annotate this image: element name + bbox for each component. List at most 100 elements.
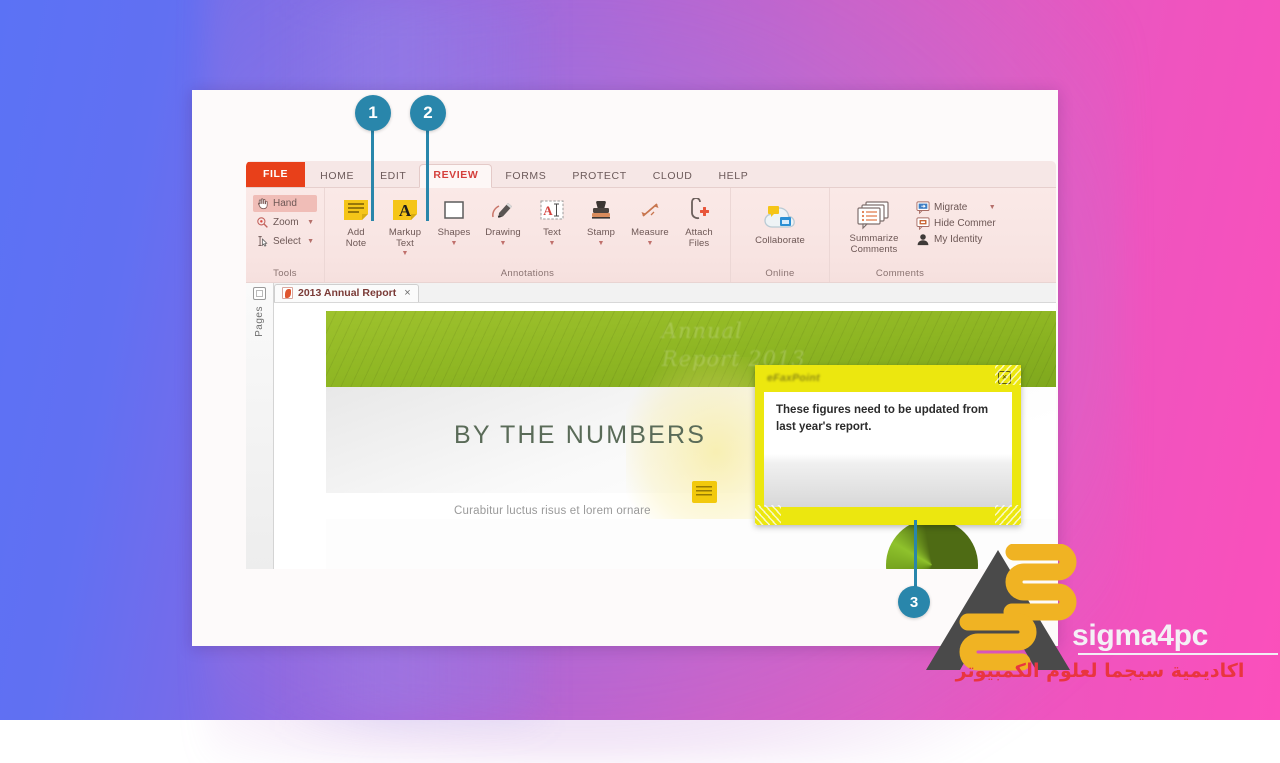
tab-edit[interactable]: EDIT <box>367 166 419 188</box>
tab-help[interactable]: HELP <box>705 166 761 188</box>
svg-text:A: A <box>543 203 553 218</box>
ribbon-group-comments: Summarize Comments <box>829 188 1056 282</box>
pages-rail-label: Pages <box>254 306 265 337</box>
document-page: Annual Report 2013 BY THE NUMBERS Curabi… <box>274 303 1056 569</box>
watermark-arabic-text: اكاديمية سيجما لعلوم الكمبيوتر <box>920 660 1280 682</box>
ribbon-tabbar: FILE HOME EDIT REVIEW FORMS PROTECT CLOU… <box>246 161 1056 188</box>
highlight-a-icon: A <box>388 195 422 225</box>
watermark-brand-text: sigma4pc <box>1072 619 1208 653</box>
markup-text-button[interactable]: A Markup Text ▼ <box>381 193 429 257</box>
collaborate-button[interactable]: Collaborate <box>738 199 822 247</box>
ribbon-body: Hand Zoom ▼ <box>246 188 1056 283</box>
page-thumbnails-icon[interactable] <box>253 287 266 300</box>
drawing-button[interactable]: Drawing ▼ <box>479 193 527 247</box>
text-button[interactable]: A Text ▼ <box>528 193 576 247</box>
chevron-down-icon[interactable]: ▼ <box>647 240 654 247</box>
text-label: Text <box>543 228 561 239</box>
ribbon-group-tools-label: Tools <box>253 268 317 282</box>
comments-small-buttons: Migrate ▼ <box>912 197 998 246</box>
document-workspace: Pages Annual Report 2013 BY THE NUMBERS … <box>246 303 1056 569</box>
my-identity-label: My Identity <box>934 235 982 245</box>
summarize-comments-label: Summarize Comments <box>850 234 899 255</box>
text-box-icon: A <box>535 195 569 225</box>
ribbon-group-online-label: Online <box>738 268 822 282</box>
pencil-icon <box>486 195 520 225</box>
tab-review[interactable]: REVIEW <box>419 164 492 189</box>
ribbon-group-annotations-label: Annotations <box>332 268 723 282</box>
chevron-down-icon[interactable]: ▼ <box>307 219 314 226</box>
migrate-label: Migrate <box>934 203 967 213</box>
chevron-down-icon[interactable]: ▼ <box>549 240 556 247</box>
markup-text-label: Markup Text <box>389 228 421 249</box>
drawing-label: Drawing <box>485 228 521 239</box>
document-tab[interactable]: 2013 Annual Report × <box>274 284 419 302</box>
callout-badge-1: 1 <box>355 95 391 131</box>
sticky-note-author: eFaxPoint <box>767 372 820 384</box>
tab-protect[interactable]: PROTECT <box>559 166 639 188</box>
add-note-label: Add Note <box>346 228 366 249</box>
sticky-note-icon <box>339 195 373 225</box>
sigma4pc-watermark: sigma4pc اكاديمية سيجما لعلوم الكمبيوتر <box>896 540 1280 720</box>
ribbon-group-online: Collaborate Online <box>730 188 829 282</box>
svg-text:A: A <box>399 201 412 220</box>
sticky-note-corner-decor <box>995 505 1021 525</box>
chevron-down-icon[interactable]: ▼ <box>500 240 507 247</box>
stamp-icon <box>584 195 618 225</box>
shapes-label: Shapes <box>438 228 471 239</box>
watermark-rule <box>1078 653 1278 655</box>
tab-cloud[interactable]: CLOUD <box>640 166 706 188</box>
sticky-note-corner-decor <box>755 505 781 525</box>
text-select-icon <box>256 235 269 248</box>
collaborate-label: Collaborate <box>755 236 805 247</box>
summarize-comments-icon <box>854 199 894 231</box>
attach-files-button[interactable]: Attach Files <box>675 193 723 249</box>
tab-forms[interactable]: FORMS <box>492 166 559 188</box>
chevron-down-icon[interactable]: ▼ <box>598 240 605 247</box>
pdf-application-window: FILE HOME EDIT REVIEW FORMS PROTECT CLOU… <box>246 161 1056 569</box>
tab-home[interactable]: HOME <box>307 166 367 188</box>
inline-note-marker-icon[interactable] <box>692 481 717 503</box>
square-shape-icon <box>437 195 471 225</box>
pages-rail[interactable]: Pages <box>246 283 274 569</box>
stamp-button[interactable]: Stamp ▼ <box>577 193 625 247</box>
attach-file-icon <box>682 195 716 225</box>
tool-hand-button[interactable]: Hand <box>253 195 317 212</box>
migrate-comments-icon <box>916 201 930 214</box>
user-identity-icon <box>916 233 930 246</box>
callout-badge-2: 2 <box>410 95 446 131</box>
chevron-down-icon[interactable]: ▼ <box>451 240 458 247</box>
sticky-note-text[interactable]: These figures need to be updated from la… <box>764 392 1012 507</box>
hide-comments-label: Hide Commer <box>934 219 996 229</box>
tool-zoom-label: Zoom <box>273 218 299 228</box>
tab-file[interactable]: FILE <box>246 162 305 188</box>
document-tab-title: 2013 Annual Report <box>298 287 396 299</box>
measure-label: Measure <box>631 228 669 239</box>
callout-badge-2-number: 2 <box>423 103 432 123</box>
chevron-down-icon[interactable]: ▼ <box>307 238 314 245</box>
sticky-note-popup[interactable]: eFaxPoint × These figures need to be upd… <box>755 365 1021 525</box>
cloud-collaborate-icon <box>758 201 802 233</box>
pdf-file-icon <box>282 287 293 299</box>
chevron-down-icon[interactable]: ▼ <box>402 250 409 257</box>
sticky-note-corner-decor <box>995 365 1021 385</box>
tool-select-label: Select <box>273 237 301 247</box>
stamp-label: Stamp <box>587 228 615 239</box>
shapes-button[interactable]: Shapes ▼ <box>430 193 478 247</box>
ribbon-group-annotations: Add Note A Markup Text ▼ <box>324 188 730 282</box>
my-identity-button[interactable]: My Identity <box>916 233 996 246</box>
tool-zoom-button[interactable]: Zoom ▼ <box>253 214 317 231</box>
chevron-down-icon[interactable]: ▼ <box>989 204 996 211</box>
attach-files-label: Attach Files <box>685 228 713 249</box>
callout-badge-1-number: 1 <box>368 103 377 123</box>
sticky-note-header: eFaxPoint × <box>755 365 1021 392</box>
summarize-comments-button[interactable]: Summarize Comments <box>837 197 911 255</box>
hide-comments-button[interactable]: Hide Commer <box>916 217 996 230</box>
close-icon[interactable]: × <box>404 287 410 299</box>
document-tabstrip: 2013 Annual Report × <box>246 283 1056 303</box>
measure-button[interactable]: Measure ▼ <box>626 193 674 247</box>
hide-comments-icon <box>916 217 930 230</box>
tool-select-button[interactable]: Select ▼ <box>253 233 317 250</box>
ribbon-group-comments-label: Comments <box>837 268 963 282</box>
migrate-button[interactable]: Migrate ▼ <box>916 201 996 214</box>
measure-icon <box>633 195 667 225</box>
